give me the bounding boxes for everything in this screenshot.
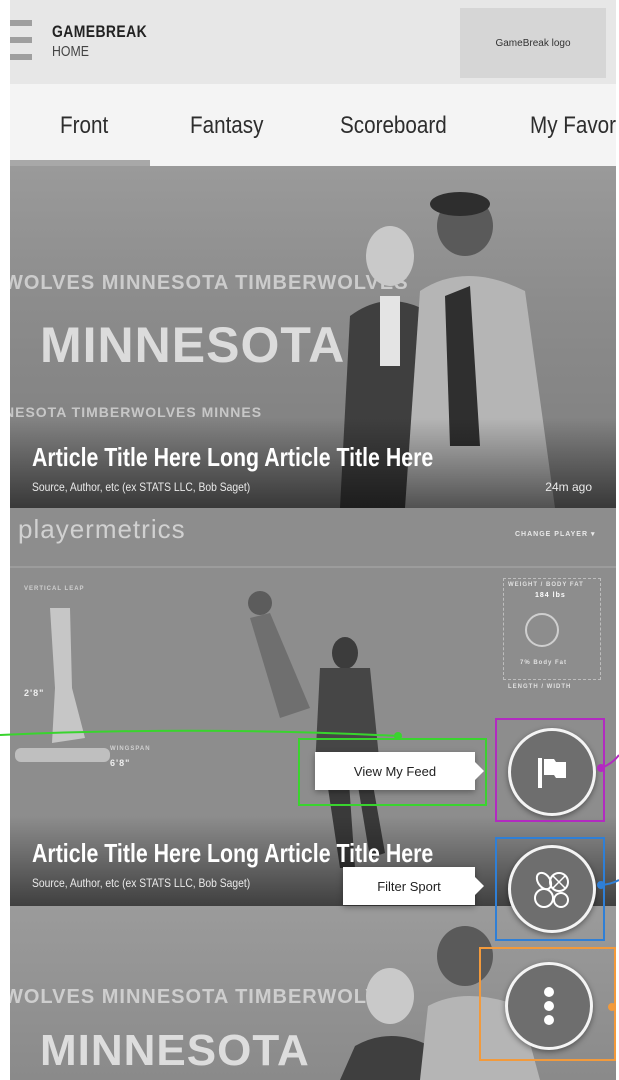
annotation-connectors — [0, 729, 619, 1011]
